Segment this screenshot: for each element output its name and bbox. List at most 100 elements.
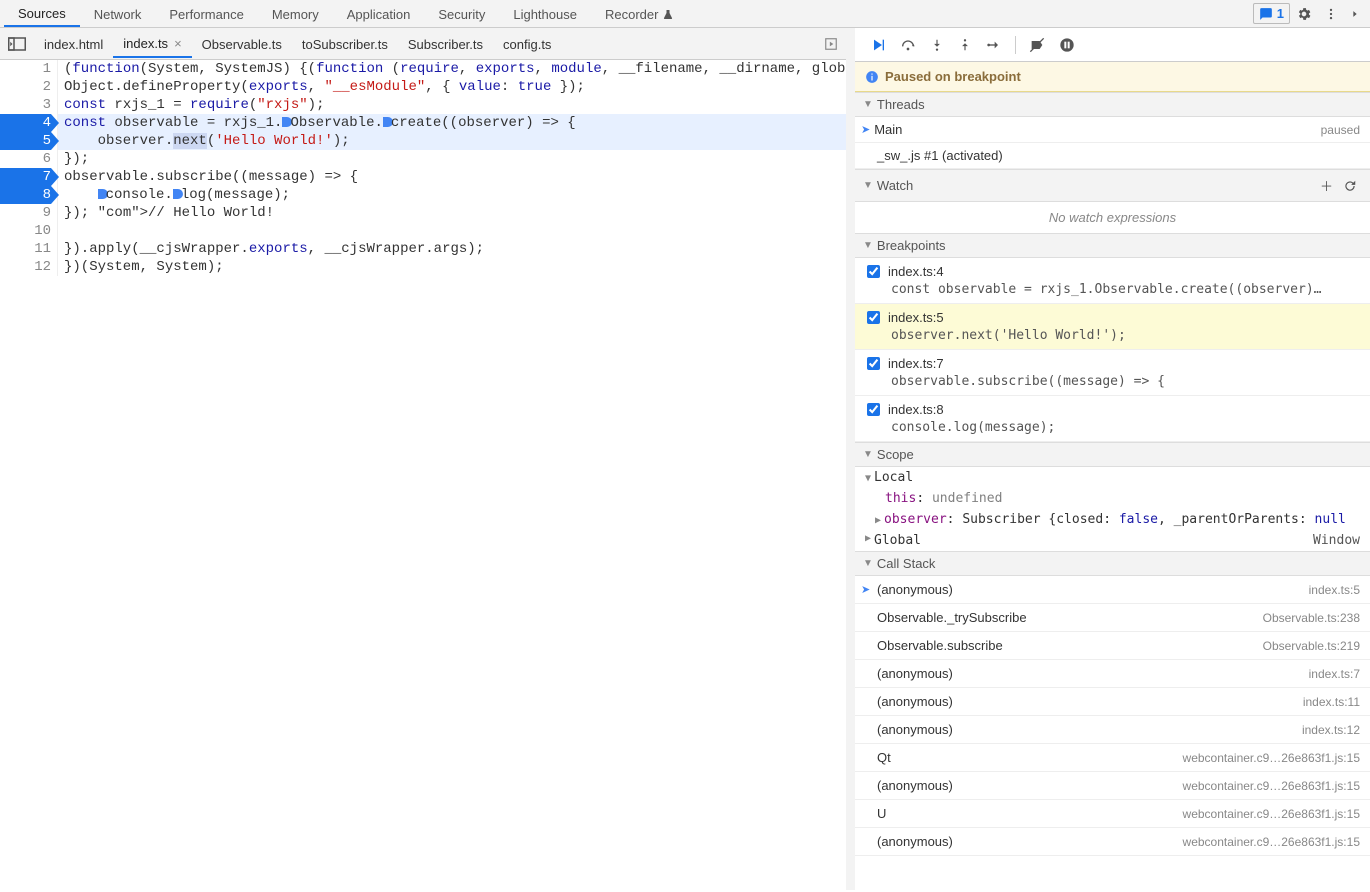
callstack-item[interactable]: Qtwebcontainer.c9…26e863f1.js:15 [855, 744, 1370, 772]
add-watch-button[interactable]: ＋ [1315, 174, 1338, 197]
code-line[interactable]: observable.subscribe((message) => { [58, 168, 846, 186]
more-tabs-button[interactable] [816, 31, 846, 57]
watch-empty: No watch expressions [855, 202, 1370, 233]
tab-lighthouse[interactable]: Lighthouse [499, 2, 591, 26]
gutter-line[interactable]: 6 [0, 150, 51, 168]
gutter-line[interactable]: 2 [0, 78, 51, 96]
gutter-line[interactable]: 12 [0, 258, 51, 276]
step-over-icon [900, 37, 916, 53]
paused-label: Paused on breakpoint [885, 69, 1021, 84]
callstack-item[interactable]: (anonymous)index.ts:11 [855, 688, 1370, 716]
code-line[interactable]: const observable = rxjs_1.Observable.cre… [58, 114, 846, 132]
callstack-item[interactable]: (anonymous)webcontainer.c9…26e863f1.js:1… [855, 828, 1370, 856]
gutter-line[interactable]: 5 [0, 132, 51, 150]
tab-network[interactable]: Network [80, 2, 156, 26]
thread-item[interactable]: _sw_.js #1 (activated) [855, 143, 1370, 169]
callstack-item[interactable]: (anonymous)webcontainer.c9…26e863f1.js:1… [855, 772, 1370, 800]
kebab-icon [1324, 7, 1338, 21]
scope-observer[interactable]: ▶observer: Subscriber {closed: false, _p… [855, 509, 1370, 530]
file-tab-index-ts[interactable]: index.ts× [113, 30, 191, 58]
gutter-line[interactable]: 10 [0, 222, 51, 240]
breakpoint-item[interactable]: index.ts:4const observable = rxjs_1.Obse… [855, 258, 1370, 304]
settings-button[interactable] [1290, 2, 1318, 26]
info-icon [865, 70, 879, 84]
code-line[interactable]: console.log(message); [58, 186, 846, 204]
watch-header[interactable]: ▼Watch＋ [855, 169, 1370, 202]
threads-header[interactable]: ▼Threads [855, 92, 1370, 117]
code-line[interactable]: }); [58, 150, 846, 168]
step-into-button[interactable] [923, 32, 951, 57]
gutter-line[interactable]: 9 [0, 204, 51, 222]
callstack-item[interactable]: Uwebcontainer.c9…26e863f1.js:15 [855, 800, 1370, 828]
deactivate-breakpoints-button[interactable] [1022, 32, 1052, 57]
callstack-item[interactable]: Observable.subscribeObservable.ts:219 [855, 632, 1370, 660]
pause-exceptions-button[interactable] [1052, 32, 1082, 57]
breakpoint-checkbox[interactable] [867, 403, 880, 416]
play-right-icon [824, 37, 838, 51]
code-line[interactable] [58, 222, 846, 240]
gutter-line[interactable]: 4 [0, 114, 51, 132]
file-tab-subscriber-ts[interactable]: Subscriber.ts [398, 31, 493, 57]
gutter-line[interactable]: 11 [0, 240, 51, 258]
thread-item[interactable]: Mainpaused [855, 117, 1370, 143]
code-editor[interactable]: 123456789101112(function(System, SystemJ… [0, 60, 846, 890]
scope-this: this: undefined [855, 488, 1370, 509]
file-navigator-button[interactable] [0, 31, 34, 57]
breakpoint-item[interactable]: index.ts:7observable.subscribe((message)… [855, 350, 1370, 396]
feedback-button[interactable]: 1 [1253, 3, 1290, 24]
gutter-line[interactable]: 3 [0, 96, 51, 114]
file-tab-index-html[interactable]: index.html [34, 31, 113, 57]
file-tab-config-ts[interactable]: config.ts [493, 31, 561, 57]
breakpoints-header[interactable]: ▼Breakpoints [855, 233, 1370, 258]
step-into-icon [930, 37, 944, 53]
close-icon[interactable]: × [174, 36, 182, 51]
breakpoint-item[interactable]: index.ts:5observer.next('Hello World!'); [855, 304, 1370, 350]
gear-icon [1296, 6, 1312, 22]
scope-global[interactable]: ▶GlobalWindow [855, 530, 1370, 551]
scope-local[interactable]: ▼Local [855, 467, 1370, 488]
debugger-pane: Paused on breakpoint ▼Threads Mainpaused… [855, 28, 1370, 890]
gutter-line[interactable]: 7 [0, 168, 51, 186]
code-line[interactable]: (function(System, SystemJS) {(function (… [58, 60, 846, 78]
more-button[interactable] [1318, 3, 1344, 25]
code-line[interactable]: const rxjs_1 = require("rxjs"); [58, 96, 846, 114]
file-tab-observable-ts[interactable]: Observable.ts [192, 31, 292, 57]
code-line[interactable]: })(System, System); [58, 258, 846, 276]
file-tab-tosubscriber-ts[interactable]: toSubscriber.ts [292, 31, 398, 57]
code-line[interactable]: Object.defineProperty(exports, "__esModu… [58, 78, 846, 96]
devtools-top-tabs: Sources Network Performance Memory Appli… [0, 0, 1370, 28]
paused-status: Paused on breakpoint [855, 62, 1370, 92]
gutter-line[interactable]: 1 [0, 60, 51, 78]
callstack-header[interactable]: ▼Call Stack [855, 551, 1370, 576]
callstack-item[interactable]: (anonymous)index.ts:7 [855, 660, 1370, 688]
breakpoint-checkbox[interactable] [867, 311, 880, 324]
callstack-item[interactable]: (anonymous)index.ts:5 [855, 576, 1370, 604]
breakpoint-checkbox[interactable] [867, 265, 880, 278]
resume-icon [870, 37, 886, 53]
gutter-line[interactable]: 8 [0, 186, 51, 204]
tab-application[interactable]: Application [333, 2, 425, 26]
step-out-button[interactable] [951, 32, 979, 57]
refresh-icon [1343, 179, 1357, 193]
callstack-item[interactable]: (anonymous)index.ts:12 [855, 716, 1370, 744]
step-button[interactable] [979, 32, 1009, 57]
code-line[interactable]: }).apply(__cjsWrapper.exports, __cjsWrap… [58, 240, 846, 258]
tab-memory[interactable]: Memory [258, 2, 333, 26]
step-over-button[interactable] [893, 32, 923, 57]
tab-performance[interactable]: Performance [155, 2, 257, 26]
scope-header[interactable]: ▼Scope [855, 442, 1370, 467]
breakpoint-item[interactable]: index.ts:8console.log(message); [855, 396, 1370, 442]
expand-button[interactable] [1344, 3, 1366, 25]
code-line[interactable]: observer.next('Hello World!'); [58, 132, 846, 150]
resume-button[interactable] [863, 32, 893, 57]
tab-recorder[interactable]: Recorder [591, 2, 688, 26]
file-tabs: index.html index.ts× Observable.ts toSub… [0, 28, 846, 60]
toolbar-divider [1015, 36, 1016, 54]
tab-sources[interactable]: Sources [4, 1, 80, 27]
step-icon [986, 37, 1002, 53]
breakpoint-checkbox[interactable] [867, 357, 880, 370]
code-line[interactable]: }); "com">// Hello World! [58, 204, 846, 222]
callstack-item[interactable]: Observable._trySubscribeObservable.ts:23… [855, 604, 1370, 632]
refresh-watch-button[interactable] [1338, 176, 1362, 196]
tab-security[interactable]: Security [424, 2, 499, 26]
